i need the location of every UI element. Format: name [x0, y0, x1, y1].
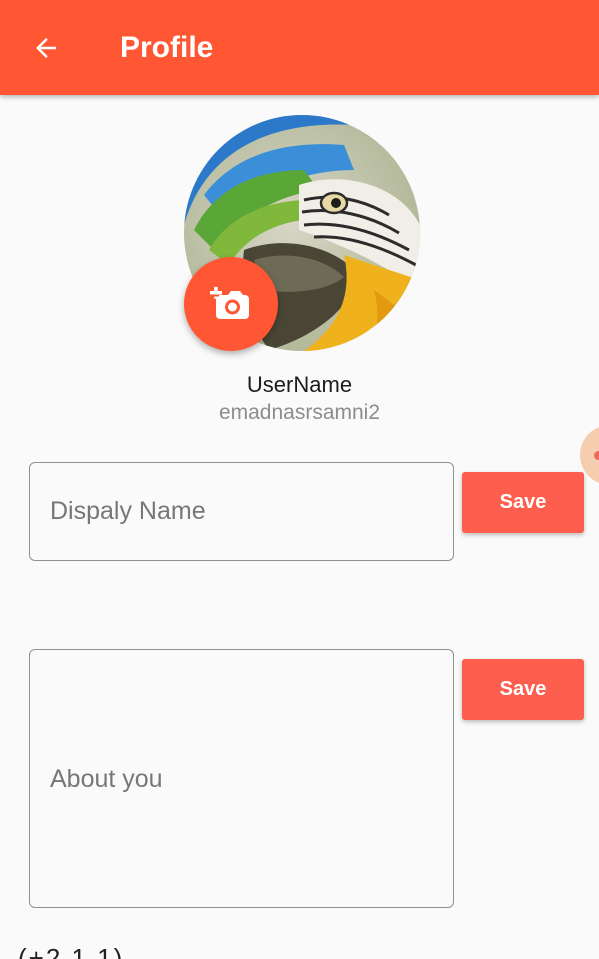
change-photo-button[interactable] [184, 257, 278, 351]
username: UserName [246, 372, 353, 397]
user-handle: emadnasrsamni2 [218, 401, 381, 424]
display-name-input[interactable] [50, 497, 453, 526]
back-button[interactable] [26, 28, 66, 68]
arrow-left-icon [36, 38, 56, 58]
add-photo-camera-icon [210, 286, 249, 319]
bubble-dot [594, 451, 599, 460]
app-bar: Profile [0, 0, 599, 95]
about-field[interactable] [29, 649, 454, 908]
page-title: Profile [120, 31, 214, 64]
about-input[interactable] [50, 762, 453, 795]
phone-number-text: (+2 1 1) [18, 943, 125, 959]
save-display-name-button[interactable]: Save [462, 472, 584, 533]
display-name-field[interactable] [29, 462, 454, 561]
profile-screen: Profile UserName emadnasrsamni2 Dispaly … [0, 0, 599, 959]
save-about-button[interactable]: Save [462, 659, 584, 720]
